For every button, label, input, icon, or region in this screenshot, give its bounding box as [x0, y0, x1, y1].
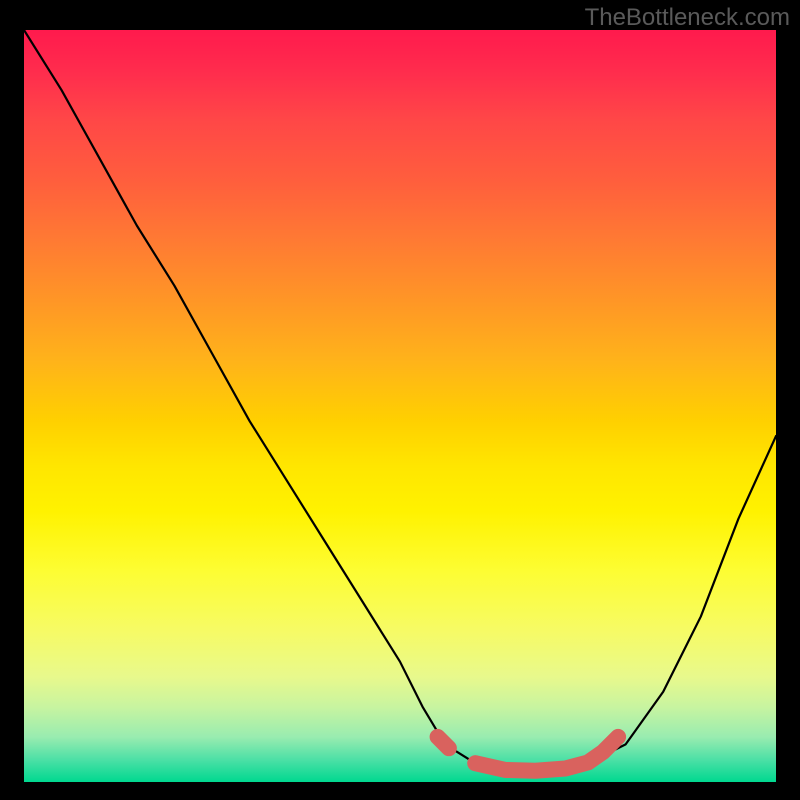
main-curve [24, 30, 776, 771]
watermark-text: TheBottleneck.com [585, 4, 790, 32]
curve-layer [24, 30, 776, 782]
highlight-segment-1 [475, 737, 618, 771]
plot-area [24, 30, 776, 782]
chart-container: TheBottleneck.com [0, 0, 800, 800]
highlight-segment-0 [438, 737, 449, 748]
